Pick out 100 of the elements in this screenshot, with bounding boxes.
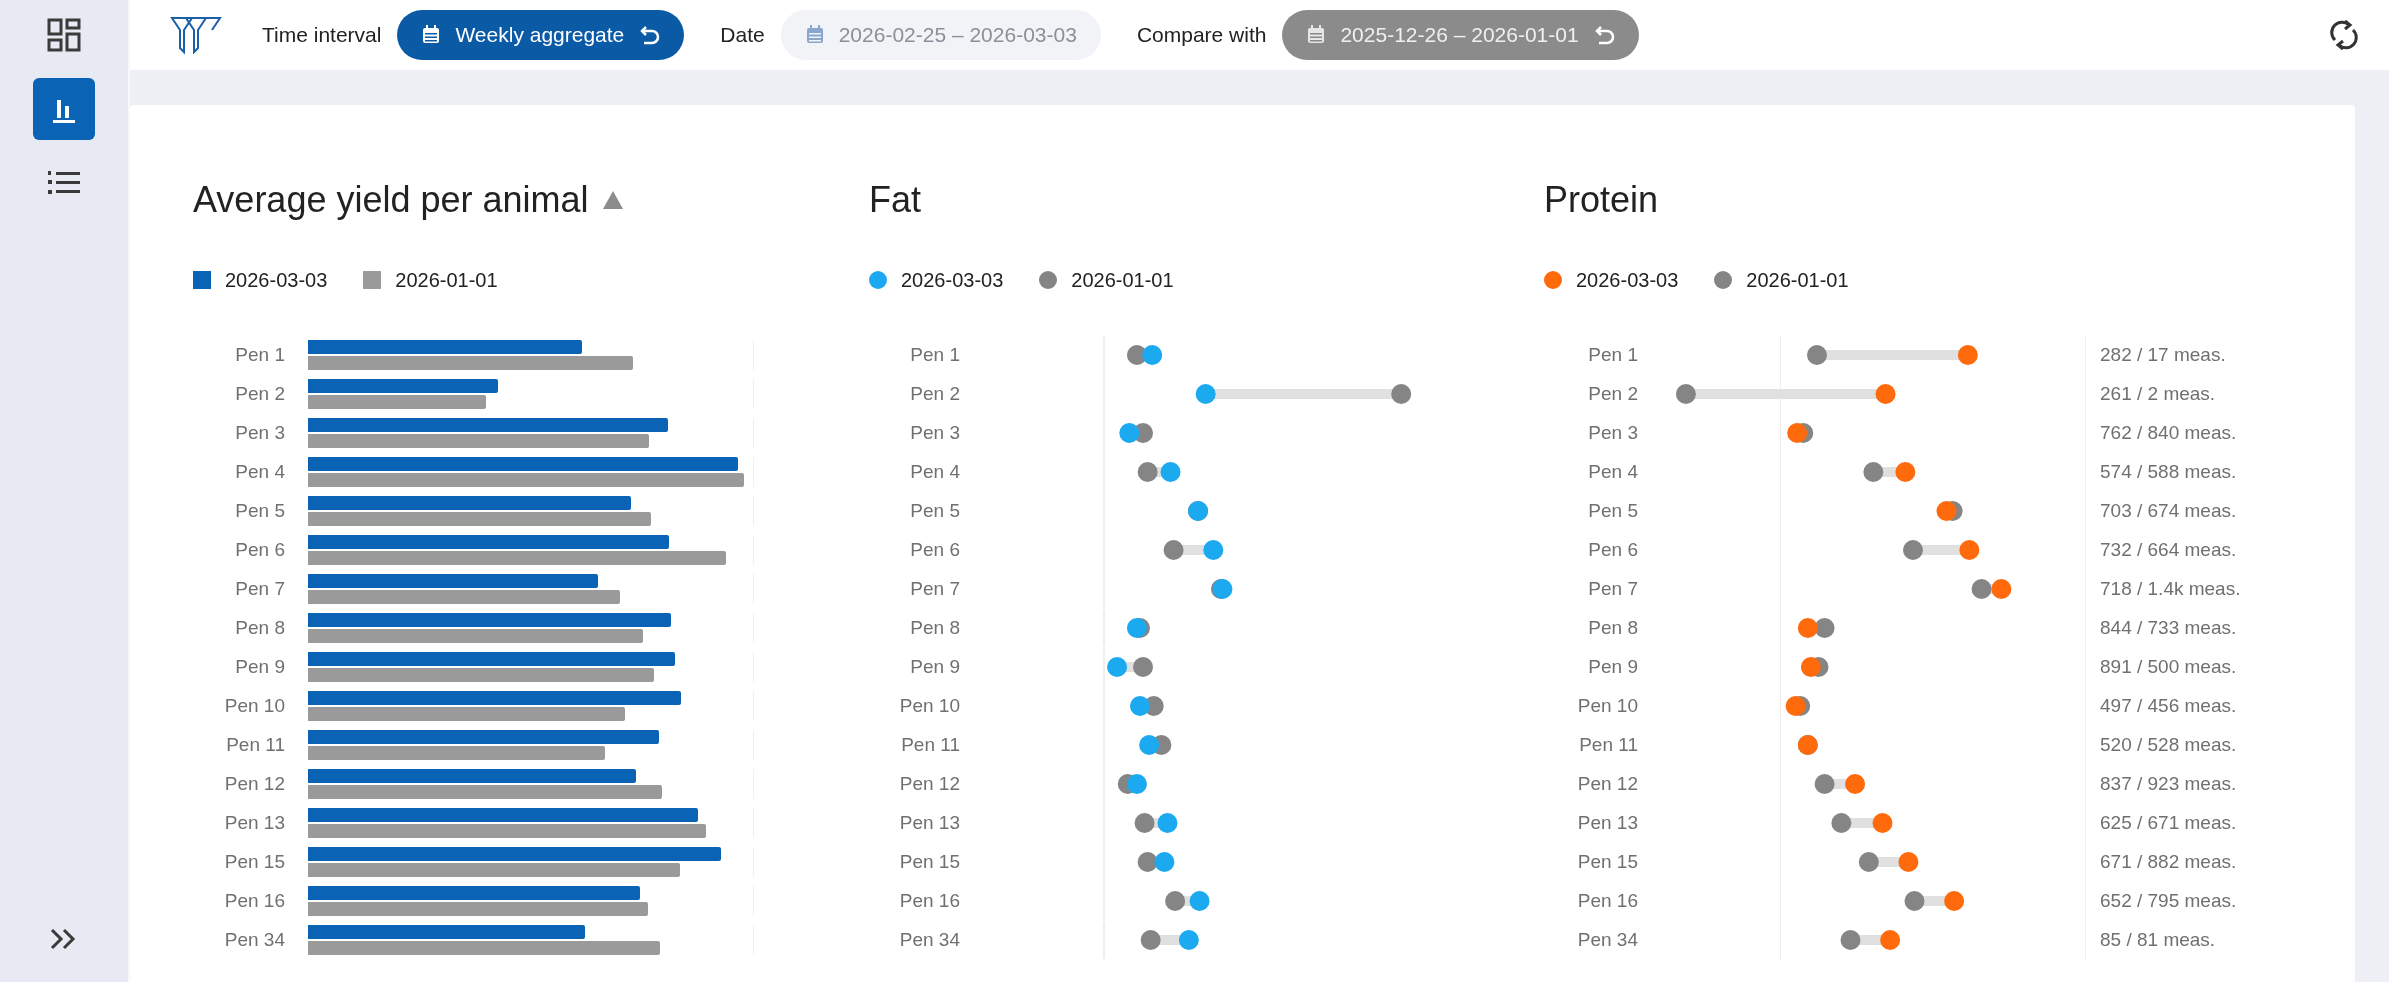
measurement-count: 891 / 500 meas.	[2085, 647, 2237, 686]
refresh-icon[interactable]	[2329, 18, 2359, 52]
legend-label: 2026-03-03	[1576, 268, 1679, 292]
row-label: Pen 10	[898, 694, 960, 717]
dumbbell-mark	[1936, 500, 1963, 521]
legend-label: 2026-03-03	[225, 268, 328, 292]
row-label: Pen 4	[1587, 460, 1638, 483]
measurement-count: 520 / 528 meas.	[2085, 725, 2237, 764]
row-label: Pen 16	[898, 889, 960, 912]
dumbbell-mark	[1137, 461, 1181, 482]
measurement-count: 574 / 588 meas.	[2085, 452, 2237, 491]
row-label: Pen 3	[1587, 421, 1638, 444]
dumbbell-mark	[1814, 773, 1866, 794]
row-label: Pen 1	[1587, 343, 1638, 366]
row-label: Pen 8	[234, 616, 285, 639]
row-label: Pen 3	[234, 421, 285, 444]
row-label: Pen 6	[234, 538, 285, 561]
dumbbell-mark	[1165, 890, 1210, 911]
row-label: Pen 16	[1576, 889, 1638, 912]
dumbbell-mark	[1139, 734, 1172, 755]
dumbbell-mark	[1163, 539, 1224, 560]
row-label: Pen 4	[234, 460, 285, 483]
row-label: Pen 1	[909, 343, 960, 366]
measurement-count: 718 / 1.4k meas.	[2085, 569, 2241, 608]
dumbbell-mark	[1134, 812, 1178, 833]
row-label: Pen 5	[234, 499, 285, 522]
row-label: Pen 34	[223, 928, 285, 951]
row-label: Pen 2	[1587, 382, 1638, 405]
filter-icon[interactable]	[170, 14, 222, 56]
dumbbell-mark	[1188, 500, 1209, 521]
filter-label: Time interval	[262, 23, 382, 47]
row-label: Pen 13	[223, 811, 285, 834]
dumbbell-mark	[1126, 617, 1150, 638]
chart-title: Fat	[869, 179, 921, 221]
dumbbell-mark	[1210, 578, 1233, 599]
dumbbell-mark	[1137, 851, 1175, 872]
row-label: Pen 10	[223, 694, 285, 717]
measurement-count: 844 / 733 meas.	[2085, 608, 2237, 647]
measurement-count: 837 / 923 meas.	[2085, 764, 2237, 803]
chart-title: Protein	[1544, 179, 1659, 221]
row-label: Pen 15	[1576, 850, 1638, 873]
row-label: Pen 10	[1576, 694, 1638, 717]
row-label: Pen 13	[1576, 811, 1638, 834]
measurement-count: 671 / 882 meas.	[2085, 842, 2237, 881]
row-label: Pen 5	[909, 499, 960, 522]
row-label: Pen 1	[234, 343, 285, 366]
dumbbell-mark	[1117, 773, 1147, 794]
legend-label: 2026-01-01	[395, 268, 498, 292]
row-label: Pen 12	[1576, 772, 1638, 795]
dumbbell-mark	[1904, 890, 1965, 911]
legend-label: 2026-01-01	[1746, 268, 1849, 292]
dumbbell-mark	[1785, 695, 1811, 716]
row-label: Pen 15	[223, 850, 285, 873]
row-label: Pen 16	[223, 889, 285, 912]
measurement-count: 282 / 17 meas.	[2085, 335, 2226, 374]
measurement-count: 703 / 674 meas.	[2085, 491, 2237, 530]
dumbbell-mark	[1126, 344, 1163, 365]
dumbbell-mark	[1119, 422, 1154, 443]
sort-triangle-icon[interactable]	[600, 189, 625, 211]
row-label: Pen 15	[898, 850, 960, 873]
date-range-button[interactable]: Weekly aggregate	[397, 10, 685, 60]
date-range-button[interactable]: 2025-12-26 – 2026-01-01	[1282, 10, 1639, 60]
row-label: Pen 8	[909, 616, 960, 639]
measurement-count: 85 / 81 meas.	[2085, 920, 2216, 959]
dumbbell-mark	[1858, 851, 1919, 872]
dumbbell-mark	[1840, 929, 1901, 950]
measurement-count: 261 / 2 meas.	[2085, 374, 2216, 413]
measurement-count: 652 / 795 meas.	[2085, 881, 2237, 920]
legend-label: 2026-01-01	[1071, 268, 1174, 292]
row-label: Pen 2	[909, 382, 960, 405]
measurement-count: 625 / 671 meas.	[2085, 803, 2237, 842]
chart-button[interactable]	[33, 78, 95, 140]
dumbbell-mark	[1107, 656, 1154, 677]
measurement-count: 762 / 840 meas.	[2085, 413, 2237, 452]
row-label: Pen 9	[909, 655, 960, 678]
row-label: Pen 11	[225, 733, 285, 756]
dumbbell-mark	[1831, 812, 1893, 833]
undo-icon	[638, 25, 661, 45]
calendar-icon	[1306, 25, 1327, 45]
dumbbell-mark	[1130, 695, 1164, 716]
row-label: Pen 13	[898, 811, 960, 834]
dumbbell-mark	[1797, 734, 1818, 755]
dumbbell-mark	[1787, 422, 1814, 443]
row-label: Pen 11	[1578, 733, 1638, 756]
measurement-count: 732 / 664 meas.	[2085, 530, 2237, 569]
dumbbell-mark	[1800, 656, 1829, 677]
filter-label: Compare with	[1136, 23, 1267, 47]
row-label: Pen 9	[234, 655, 285, 678]
legend-label: 2026-03-03	[901, 268, 1004, 292]
row-label: Pen 6	[1587, 538, 1638, 561]
row-label: Pen 34	[1576, 928, 1638, 951]
row-label: Pen 12	[223, 772, 285, 795]
chart-title: Average yield per animal	[193, 179, 589, 221]
calendar-icon	[421, 25, 442, 45]
row-label: Pen 6	[909, 538, 960, 561]
calendar-icon	[804, 25, 825, 45]
row-label: Pen 5	[1587, 499, 1638, 522]
dumbbell-mark	[1863, 461, 1916, 482]
row-label: Pen 2	[234, 382, 285, 405]
date-range-button[interactable]: 2026-02-25 – 2026-03-03	[780, 10, 1101, 60]
